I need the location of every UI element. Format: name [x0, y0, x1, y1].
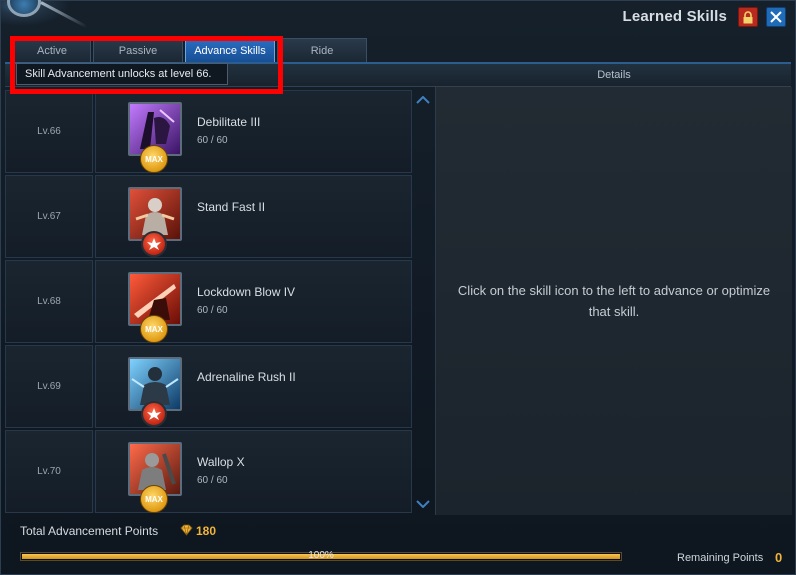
advancement-point-icon [180, 524, 193, 536]
skill-cell: MAX Wallop X 60 / 60 [95, 430, 412, 513]
skill-points: 60 / 60 [197, 135, 228, 146]
window-emblem [1, 0, 93, 37]
skill-name: Lockdown Blow IV [197, 285, 296, 299]
close-icon [770, 11, 782, 23]
close-button[interactable] [766, 7, 786, 27]
tab-ride[interactable]: Ride [277, 38, 367, 62]
skill-row: Lv.67 Stand Fast II [5, 175, 412, 258]
skill-row: Lv.66 MAX Debilitate III 60 / 60 [5, 90, 412, 173]
skill-cell: MAX Lockdown Blow IV 60 / 60 [95, 260, 412, 343]
details-panel: Click on the skill icon to the left to a… [435, 87, 792, 515]
lock-button[interactable] [738, 7, 758, 27]
skill-row: Lv.70 MAX Wallop X 60 / 60 [5, 430, 412, 513]
skill-name: Debilitate III [197, 115, 261, 129]
max-badge: MAX [140, 145, 168, 173]
skill-level: Lv.69 [5, 345, 93, 428]
remaining-points-label: Remaining Points [677, 552, 764, 564]
advance-emblem-icon [147, 408, 161, 420]
skill-level: Lv.68 [5, 260, 93, 343]
scroll-down-button[interactable] [415, 497, 431, 511]
total-points-value: 180 [196, 524, 217, 538]
skill-name: Stand Fast II [197, 200, 266, 214]
skill-cell: Adrenaline Rush II [95, 345, 412, 428]
skill-row: Lv.68 MAX Lockdown Blow IV 60 / 60 [5, 260, 412, 343]
emblem-spike [40, 1, 88, 29]
chevron-down-icon [416, 500, 430, 508]
skill-name: Wallop X [197, 455, 245, 469]
advance-badge [141, 231, 167, 257]
details-header: Details [597, 69, 631, 81]
remaining-points-value: 0 [775, 550, 783, 565]
max-badge: MAX [140, 315, 168, 343]
progress-text: 100% [308, 550, 334, 561]
emblem-orb-icon [7, 0, 41, 17]
window-title: Learned Skills [622, 8, 727, 25]
skill-points: 60 / 60 [197, 475, 228, 486]
tooltip-highlight-box [10, 36, 283, 94]
max-badge: MAX [140, 485, 168, 513]
skill-level: Lv.66 [5, 90, 93, 173]
skill-list: Lv.66 MAX Debilitate III 60 / 60 Lv.67 S… [5, 90, 412, 515]
total-points-label: Total Advancement Points [20, 524, 159, 538]
footer: Total Advancement Points 180 100% Remain… [5, 516, 791, 572]
skill-row: Lv.69 Adrenaline Rush II [5, 345, 412, 428]
skill-cell: Stand Fast II [95, 175, 412, 258]
details-message: Click on the skill icon to the left to a… [457, 283, 771, 319]
learned-skills-window: Learned Skills Active Passive Advance Sk… [0, 0, 796, 575]
lock-icon [743, 10, 753, 23]
advance-badge [141, 401, 167, 427]
chevron-up-icon [416, 96, 430, 104]
skill-cell: MAX Debilitate III 60 / 60 [95, 90, 412, 173]
advance-emblem-icon [147, 238, 161, 250]
skill-level: Lv.67 [5, 175, 93, 258]
scroll-up-button[interactable] [415, 93, 431, 107]
skill-level: Lv.70 [5, 430, 93, 513]
skill-points: 60 / 60 [197, 305, 228, 316]
skill-name: Adrenaline Rush II [197, 370, 296, 384]
advancement-progress-bar: 100% [20, 550, 622, 561]
